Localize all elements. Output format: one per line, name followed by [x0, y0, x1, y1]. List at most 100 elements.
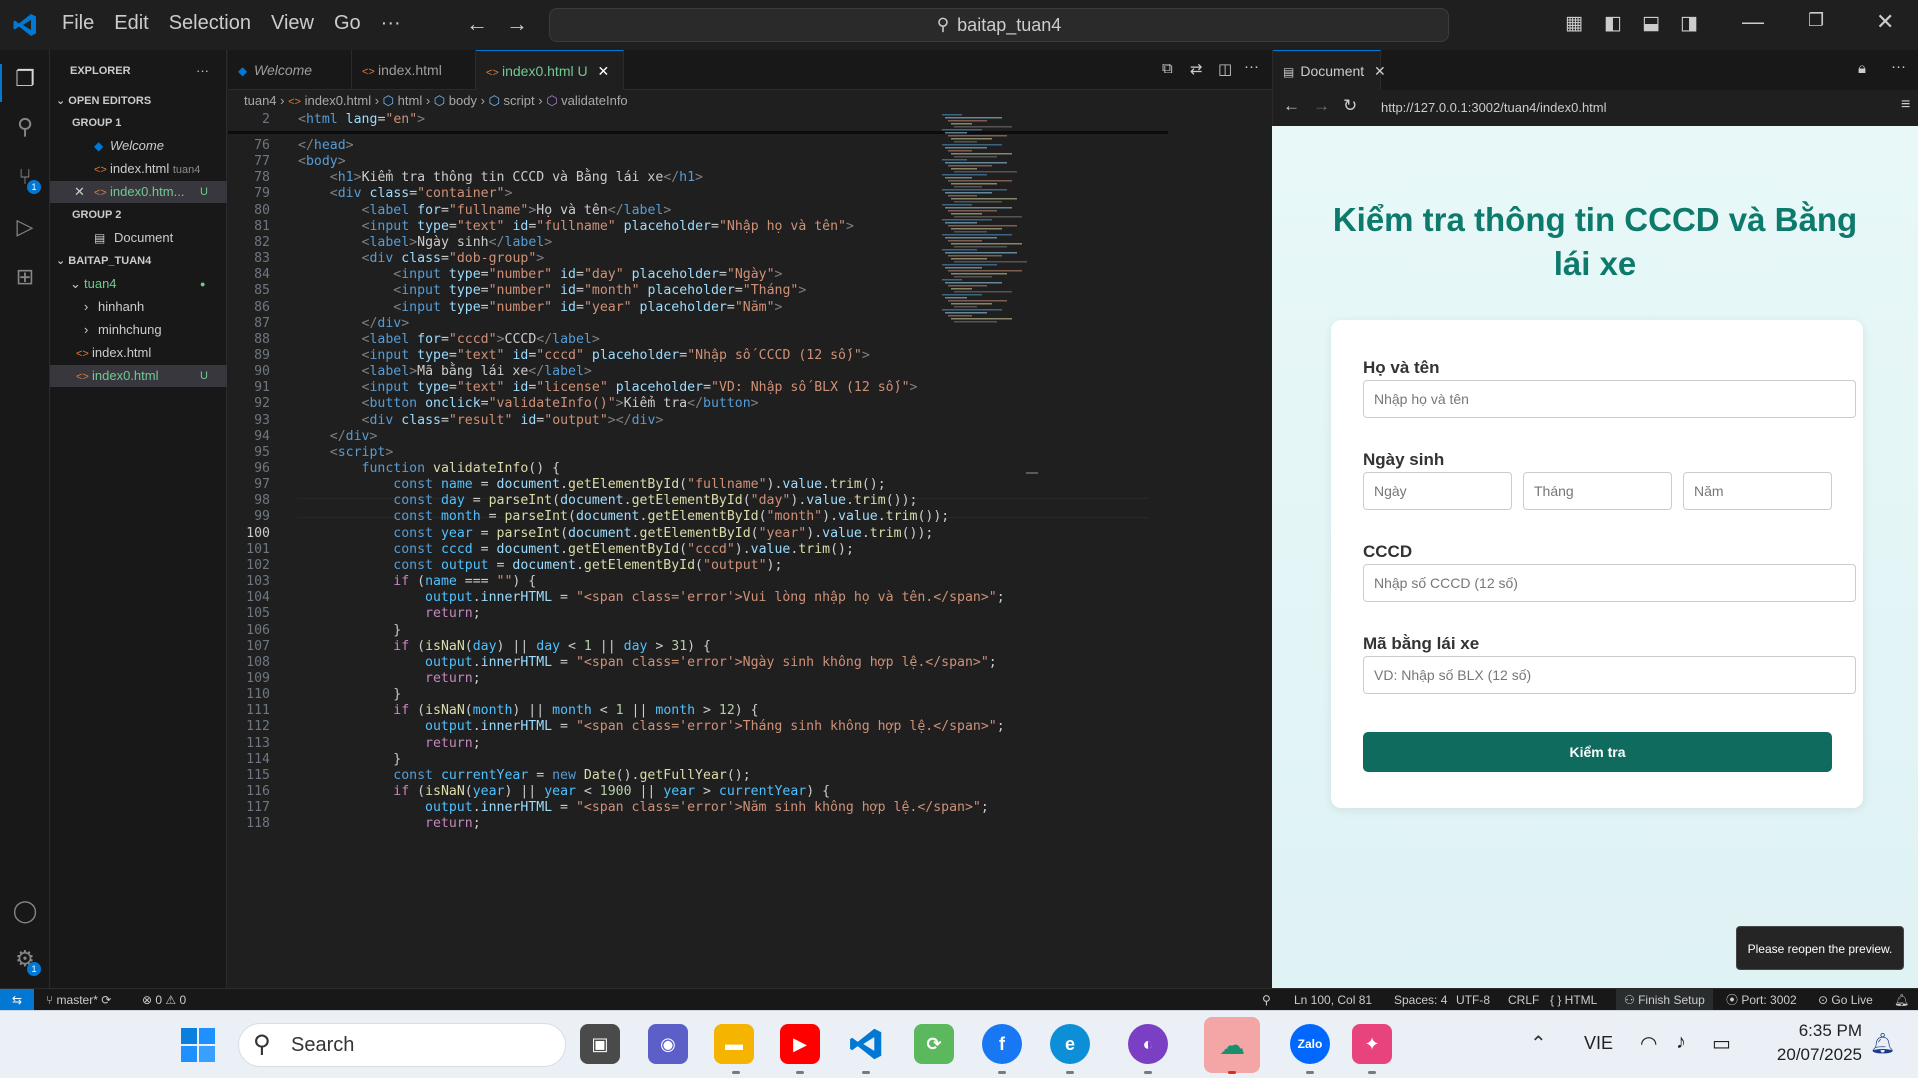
indentation[interactable]: Spaces: 4: [1394, 989, 1447, 1011]
breadcrumb-item[interactable]: index0.html: [305, 93, 371, 108]
tab-index-html[interactable]: <> index.html: [352, 50, 476, 90]
coccoc-icon[interactable]: ◐: [1128, 1024, 1168, 1064]
menu-selection[interactable]: Selection: [159, 12, 261, 35]
breadcrumb-item[interactable]: validateInfo: [561, 93, 628, 108]
tab-index0-html[interactable]: <> index0.html U ✕: [476, 50, 624, 90]
back-arrow-icon[interactable]: ←: [466, 11, 488, 37]
tab-welcome[interactable]: ◆ Welcome: [228, 50, 352, 90]
year-input[interactable]: Năm: [1683, 472, 1832, 510]
upload-cloud-icon[interactable]: ☁: [1204, 1017, 1260, 1073]
menu-more[interactable]: ···: [371, 12, 411, 35]
taskbar-search[interactable]: ⚲ Search: [238, 1023, 566, 1067]
menu-icon[interactable]: ≡: [1901, 96, 1910, 114]
day-input[interactable]: Ngày: [1363, 472, 1512, 510]
menu-edit[interactable]: Edit: [104, 12, 158, 35]
notification-bell-icon[interactable]: 🔔︎: [1870, 1031, 1895, 1056]
accounts-icon[interactable]: ◯: [12, 898, 38, 924]
open-editor-document[interactable]: ▤ Document: [50, 227, 227, 249]
toggle-panel-icon[interactable]: ⬓: [1642, 12, 1660, 35]
cccd-input[interactable]: Nhập số CCCD (12 số): [1363, 564, 1856, 602]
breadcrumb-item[interactable]: body: [449, 93, 477, 108]
check-button[interactable]: Kiểm tra: [1363, 732, 1832, 772]
fullname-input[interactable]: Nhập họ và tên: [1363, 380, 1856, 418]
git-branch[interactable]: ⑂ master* ⟳: [46, 989, 111, 1011]
gemini-icon[interactable]: ✦: [1352, 1024, 1392, 1064]
folder-hinhanh[interactable]: › hinhanh: [50, 296, 227, 318]
language-indicator[interactable]: VIE: [1584, 1033, 1613, 1054]
menu-go[interactable]: Go: [324, 12, 371, 35]
youtube-icon[interactable]: ▶: [780, 1024, 820, 1064]
split-editor-icon[interactable]: ◫: [1218, 60, 1232, 78]
command-center-search[interactable]: ⚲ baitap_tuan4: [549, 8, 1449, 42]
lock-icon[interactable]: 🔒︎: [1858, 60, 1866, 77]
code-editor[interactable]: 2 <html lang="en"> 76 </head> 77 <body> 78 <…: [228, 112, 1272, 988]
close-tab-icon[interactable]: ✕: [598, 63, 610, 79]
month-input[interactable]: Tháng: [1523, 472, 1672, 510]
minimap[interactable]: [940, 112, 1030, 327]
file-index-html[interactable]: <> index.html: [50, 342, 227, 364]
minimize-icon[interactable]: —: [1742, 9, 1764, 35]
reopen-preview-toast[interactable]: Please reopen the preview.: [1736, 926, 1904, 970]
file-index0-html[interactable]: <> index0.html U: [50, 365, 227, 387]
zoom-icon[interactable]: ⚲: [1262, 989, 1271, 1011]
customize-layout-icon[interactable]: ▦: [1565, 12, 1583, 35]
toggle-sidebar-icon[interactable]: ◧: [1604, 12, 1622, 35]
language-mode[interactable]: { } HTML: [1550, 989, 1597, 1011]
vscode-taskbar-icon[interactable]: [846, 1024, 886, 1064]
reload-icon[interactable]: ↻: [1343, 96, 1357, 116]
run-debug-icon[interactable]: ▷: [12, 214, 38, 240]
forward-arrow-icon[interactable]: →: [1313, 96, 1330, 116]
tab-document-preview[interactable]: ▤ Document ✕: [1273, 50, 1386, 90]
toggle-secondary-sidebar-icon[interactable]: ◨: [1680, 12, 1698, 35]
preview-url-input[interactable]: http://127.0.0.1:3002/tuan4/index0.html: [1373, 95, 1893, 121]
volume-icon[interactable]: ♪: [1676, 1031, 1686, 1054]
project-header[interactable]: ⌄ BAITAP_TUAN4: [50, 250, 227, 272]
menu-view[interactable]: View: [261, 12, 324, 35]
preview-more-icon[interactable]: ···: [1891, 58, 1906, 75]
finish-setup[interactable]: ⚇ Finish Setup: [1616, 989, 1713, 1011]
license-input[interactable]: VD: Nhập số BLX (12 số): [1363, 656, 1856, 694]
folder-minhchung[interactable]: › minhchung: [50, 319, 227, 341]
notifications-bell-icon[interactable]: 🔔︎: [1894, 989, 1909, 1011]
open-editor-welcome[interactable]: ◆ Welcome: [50, 135, 227, 157]
file-explorer-icon[interactable]: ▬: [714, 1024, 754, 1064]
cursor-position[interactable]: Ln 100, Col 81: [1294, 989, 1372, 1011]
open-preview-icon[interactable]: ⧉: [1162, 60, 1173, 77]
close-icon[interactable]: ✕: [74, 181, 94, 203]
explorer-files-icon[interactable]: ❐: [12, 66, 38, 92]
zalo-icon[interactable]: Zalo: [1290, 1024, 1330, 1064]
facebook-icon[interactable]: f: [982, 1024, 1022, 1064]
teams-icon[interactable]: ◉: [648, 1024, 688, 1064]
wifi-icon[interactable]: ◠: [1640, 1031, 1657, 1056]
edge-icon[interactable]: e: [1050, 1024, 1090, 1064]
line-ending[interactable]: CRLF: [1508, 989, 1539, 1011]
explorer-more-icon[interactable]: ···: [196, 60, 220, 82]
live-server-port[interactable]: ⦿ Port: 3002: [1726, 989, 1797, 1011]
back-arrow-icon[interactable]: ←: [1283, 96, 1300, 116]
encoding[interactable]: UTF-8: [1456, 989, 1490, 1011]
windows-start-icon[interactable]: [180, 1027, 216, 1063]
open-editor-index[interactable]: <> index.html tuan4: [50, 158, 227, 180]
breadcrumb-item[interactable]: tuan4: [244, 93, 277, 108]
compare-changes-icon[interactable]: ⇄: [1190, 60, 1203, 78]
menu-file[interactable]: File: [52, 12, 104, 35]
clock[interactable]: 6:35 PM 20/07/2025: [1752, 1021, 1862, 1065]
folder-tuan4[interactable]: ⌄ tuan4 ●: [50, 273, 227, 295]
search-icon[interactable]: ⚲: [12, 114, 38, 140]
task-view-icon[interactable]: ▣: [580, 1024, 620, 1064]
close-tab-icon[interactable]: ✕: [1374, 63, 1386, 79]
restore-icon[interactable]: ❐: [1808, 10, 1824, 31]
open-editors-header[interactable]: ⌄ OPEN EDITORS: [50, 90, 227, 112]
breadcrumb-item[interactable]: html: [398, 93, 423, 108]
close-window-icon[interactable]: ✕: [1876, 9, 1894, 35]
editor-more-icon[interactable]: ···: [1244, 58, 1259, 75]
chevron-up-icon[interactable]: ⌃: [1530, 1031, 1547, 1056]
open-editor-index0[interactable]: ✕ <> index0.htm... U: [50, 181, 227, 203]
battery-icon[interactable]: ▭: [1712, 1031, 1731, 1056]
forward-arrow-icon[interactable]: →: [506, 11, 528, 37]
problems-count[interactable]: ⊗ 0 ⚠ 0: [142, 989, 186, 1011]
go-live[interactable]: ⊙ Go Live: [1818, 989, 1873, 1011]
remote-icon[interactable]: ⇆: [0, 989, 34, 1011]
scrollbar-marker[interactable]: [1026, 472, 1038, 474]
greenshot-icon[interactable]: ⟳: [914, 1024, 954, 1064]
